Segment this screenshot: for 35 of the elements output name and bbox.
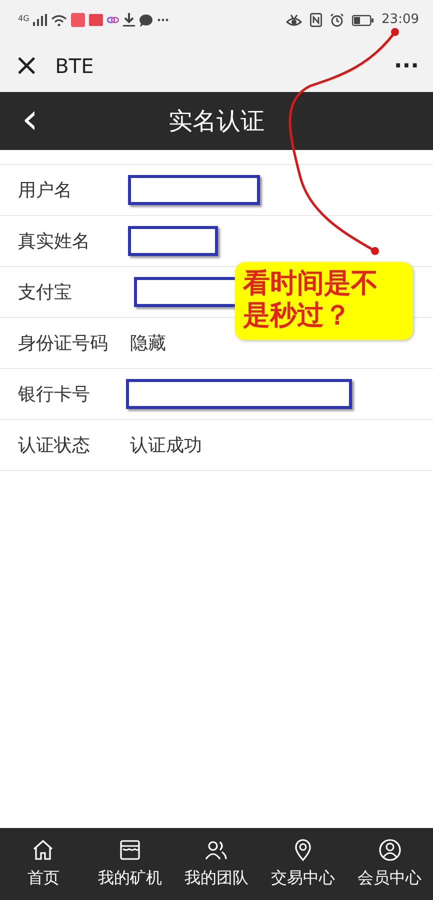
eye-icon — [286, 13, 302, 27]
people-icon — [204, 838, 228, 862]
nav-tab[interactable]: 我的团队 — [173, 828, 260, 900]
nfc-icon — [310, 13, 322, 27]
store-icon — [118, 838, 142, 862]
field-label: 真实姓名 — [17, 230, 91, 254]
more-icon — [157, 18, 170, 22]
nav-tab[interactable]: 交易中心 — [260, 828, 346, 900]
back-button[interactable]: ‹ — [0, 96, 60, 146]
annotation-callout: 看时间是不是秒过？ — [235, 262, 413, 340]
field-label: 用户名 — [17, 178, 73, 202]
nav-tab[interactable]: 首页 — [0, 828, 87, 900]
chat-bubble-icon — [139, 14, 154, 26]
field-value: 隐藏 — [130, 332, 166, 356]
network-label: 4G — [18, 13, 30, 25]
more-button[interactable]: ··· — [394, 50, 419, 82]
download-icon — [123, 13, 136, 27]
field-label: 支付宝 — [17, 280, 73, 304]
nav-tab[interactable]: 我的矿机 — [86, 828, 174, 900]
nav-tab[interactable]: 会员中心 — [346, 828, 433, 900]
status-time: 23:09 — [382, 11, 419, 30]
field-label: 认证状态 — [17, 434, 91, 458]
user-icon — [378, 838, 402, 862]
wifi-icon — [51, 14, 68, 26]
field-value: 认证成功 — [130, 434, 202, 458]
page-title: 实名认证 — [168, 106, 266, 137]
link-icon — [107, 16, 120, 24]
alarm-icon — [330, 13, 344, 27]
home-icon — [31, 838, 56, 862]
field-label: 银行卡号 — [17, 382, 91, 406]
close-button[interactable]: × — [14, 51, 40, 81]
app-title: BTE — [55, 53, 94, 80]
signal-icon — [33, 14, 48, 26]
battery-icon — [352, 14, 374, 26]
field-label: 身份证号码 — [17, 332, 109, 356]
